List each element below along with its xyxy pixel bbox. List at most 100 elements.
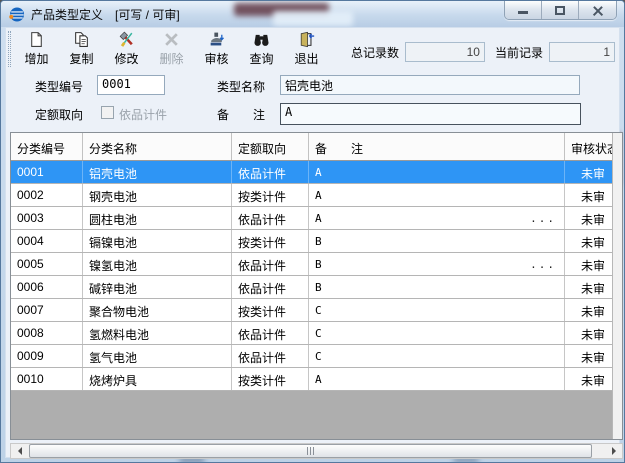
remark-text: A	[315, 166, 322, 183]
cell-quota[interactable]: 按类计件	[232, 230, 309, 252]
current-record-label: 当前记录	[495, 44, 543, 61]
cell-status[interactable]: 未审	[565, 299, 612, 321]
cell-quota[interactable]: 依品计件	[232, 253, 309, 275]
cell-remark[interactable]: C	[309, 345, 565, 367]
cell-code[interactable]: 0003	[11, 207, 83, 229]
minimize-icon	[518, 11, 528, 14]
table-row[interactable]: 0007 聚合物电池 按类计件 C 未审	[11, 299, 612, 322]
title-bar: 产品类型定义 [可写 / 可审]	[1, 1, 624, 27]
cell-name[interactable]: 氢燃料电池	[83, 322, 232, 344]
cell-code[interactable]: 0005	[11, 253, 83, 275]
type-name-input[interactable]: 铝壳电池	[280, 75, 580, 95]
maximize-icon	[555, 6, 565, 15]
cell-name[interactable]: 镉镍电池	[83, 230, 232, 252]
delete-button[interactable]: 删除	[149, 30, 194, 68]
cell-status[interactable]: 未审	[565, 322, 612, 344]
cell-code[interactable]: 0010	[11, 368, 83, 390]
column-header[interactable]: 备 注	[309, 133, 565, 160]
table-row[interactable]: 0002 钢壳电池 按类计件 A 未审	[11, 184, 612, 207]
minimize-button[interactable]	[505, 1, 542, 20]
cell-name[interactable]: 聚合物电池	[83, 299, 232, 321]
cell-remark[interactable]: B	[309, 276, 565, 298]
cell-name[interactable]: 铝壳电池	[83, 161, 232, 183]
app-window: 产品类型定义 [可写 / 可审] 增加	[0, 0, 625, 463]
cell-remark[interactable]: A	[309, 184, 565, 206]
table-row[interactable]: 0010 烧烤炉具 按类计件 A 未审	[11, 368, 612, 391]
table-row[interactable]: 0008 氢燃料电池 依品计件 C 未审	[11, 322, 612, 345]
table-empty-area	[11, 391, 612, 439]
table-row[interactable]: 0006 碱锌电池 依品计件 B 未审	[11, 276, 612, 299]
table-row[interactable]: 0001 铝壳电池 依品计件 A 未审	[11, 161, 612, 184]
cell-status[interactable]: 未审	[565, 368, 612, 390]
cell-quota[interactable]: 按类计件	[232, 299, 309, 321]
remark-text: B	[315, 281, 322, 298]
cell-quota[interactable]: 依品计件	[232, 161, 309, 183]
horizontal-scroll-thumb[interactable]	[29, 444, 592, 458]
add-button-label: 增加	[24, 50, 48, 67]
cell-quota[interactable]: 依品计件	[232, 345, 309, 367]
cell-name[interactable]: 钢壳电池	[83, 184, 232, 206]
cell-code[interactable]: 0007	[11, 299, 83, 321]
cell-quota[interactable]: 按类计件	[232, 368, 309, 390]
cell-name[interactable]: 碱锌电池	[83, 276, 232, 298]
table-row[interactable]: 0009 氢气电池 依品计件 C 未审	[11, 345, 612, 368]
cell-name[interactable]: 圆柱电池	[83, 207, 232, 229]
quota-checkbox[interactable]	[101, 106, 114, 119]
cell-name[interactable]: 氢气电池	[83, 345, 232, 367]
cell-code[interactable]: 0004	[11, 230, 83, 252]
table-row[interactable]: 0003 圆柱电池 依品计件 A ... 未审	[11, 207, 612, 230]
cell-remark[interactable]: A ...	[309, 207, 565, 229]
cell-status[interactable]: 未审	[565, 207, 612, 229]
cell-code[interactable]: 0002	[11, 184, 83, 206]
cell-remark[interactable]: A	[309, 368, 565, 390]
column-header[interactable]: 分类名称	[83, 133, 232, 160]
cell-name[interactable]: 镍氢电池	[83, 253, 232, 275]
horizontal-scroll-track[interactable]	[27, 444, 606, 458]
cell-status[interactable]: 未审	[565, 184, 612, 206]
cell-remark[interactable]: C	[309, 299, 565, 321]
column-header[interactable]: 审核状态	[565, 133, 612, 160]
quota-checkbox-label: 依品计件	[119, 106, 167, 123]
toolbar-gripper[interactable]	[8, 31, 11, 67]
cell-remark[interactable]: C	[309, 322, 565, 344]
add-button[interactable]: 增加	[14, 30, 59, 68]
query-button[interactable]: 查询	[239, 30, 284, 68]
remark-ellipsis: ...	[530, 258, 556, 275]
detail-form: 类型编号 0001 类型名称 铝壳电池 定额取向 依品计件 备 注 A	[6, 70, 619, 130]
maximize-button[interactable]	[542, 1, 579, 20]
modify-button[interactable]: 修改	[104, 30, 149, 68]
column-header[interactable]: 分类编号	[11, 133, 83, 160]
cell-quota[interactable]: 依品计件	[232, 207, 309, 229]
remark-text: A	[315, 373, 322, 390]
cell-quota[interactable]: 依品计件	[232, 276, 309, 298]
cell-status[interactable]: 未审	[565, 345, 612, 367]
table-row[interactable]: 0005 镍氢电池 依品计件 B ... 未审	[11, 253, 612, 276]
cell-code[interactable]: 0008	[11, 322, 83, 344]
copy-button[interactable]: 复制	[59, 30, 104, 68]
cell-quota[interactable]: 按类计件	[232, 184, 309, 206]
remark-input[interactable]: A	[280, 103, 581, 125]
current-record-value: 1	[549, 42, 615, 62]
column-header[interactable]: 定额取向	[232, 133, 309, 160]
cell-status[interactable]: 未审	[565, 230, 612, 252]
cell-remark[interactable]: B ...	[309, 253, 565, 275]
table-row[interactable]: 0004 镉镍电池 按类计件 B 未审	[11, 230, 612, 253]
close-button[interactable]	[579, 1, 616, 20]
cell-code[interactable]: 0006	[11, 276, 83, 298]
cell-remark[interactable]: B	[309, 230, 565, 252]
window-title: 产品类型定义	[31, 6, 103, 23]
exit-button[interactable]: 退出	[284, 30, 329, 68]
cell-status[interactable]: 未审	[565, 161, 612, 183]
type-code-input[interactable]: 0001	[97, 75, 165, 95]
vertical-scrollbar[interactable]	[612, 133, 622, 439]
cell-status[interactable]: 未审	[565, 276, 612, 298]
cell-remark[interactable]: A	[309, 161, 565, 183]
cell-code[interactable]: 0001	[11, 161, 83, 183]
cell-quota[interactable]: 依品计件	[232, 322, 309, 344]
cell-name[interactable]: 烧烤炉具	[83, 368, 232, 390]
scroll-right-button[interactable]	[606, 444, 622, 458]
scroll-left-button[interactable]	[11, 444, 27, 458]
audit-button[interactable]: 审核	[194, 30, 239, 68]
cell-status[interactable]: 未审	[565, 253, 612, 275]
cell-code[interactable]: 0009	[11, 345, 83, 367]
